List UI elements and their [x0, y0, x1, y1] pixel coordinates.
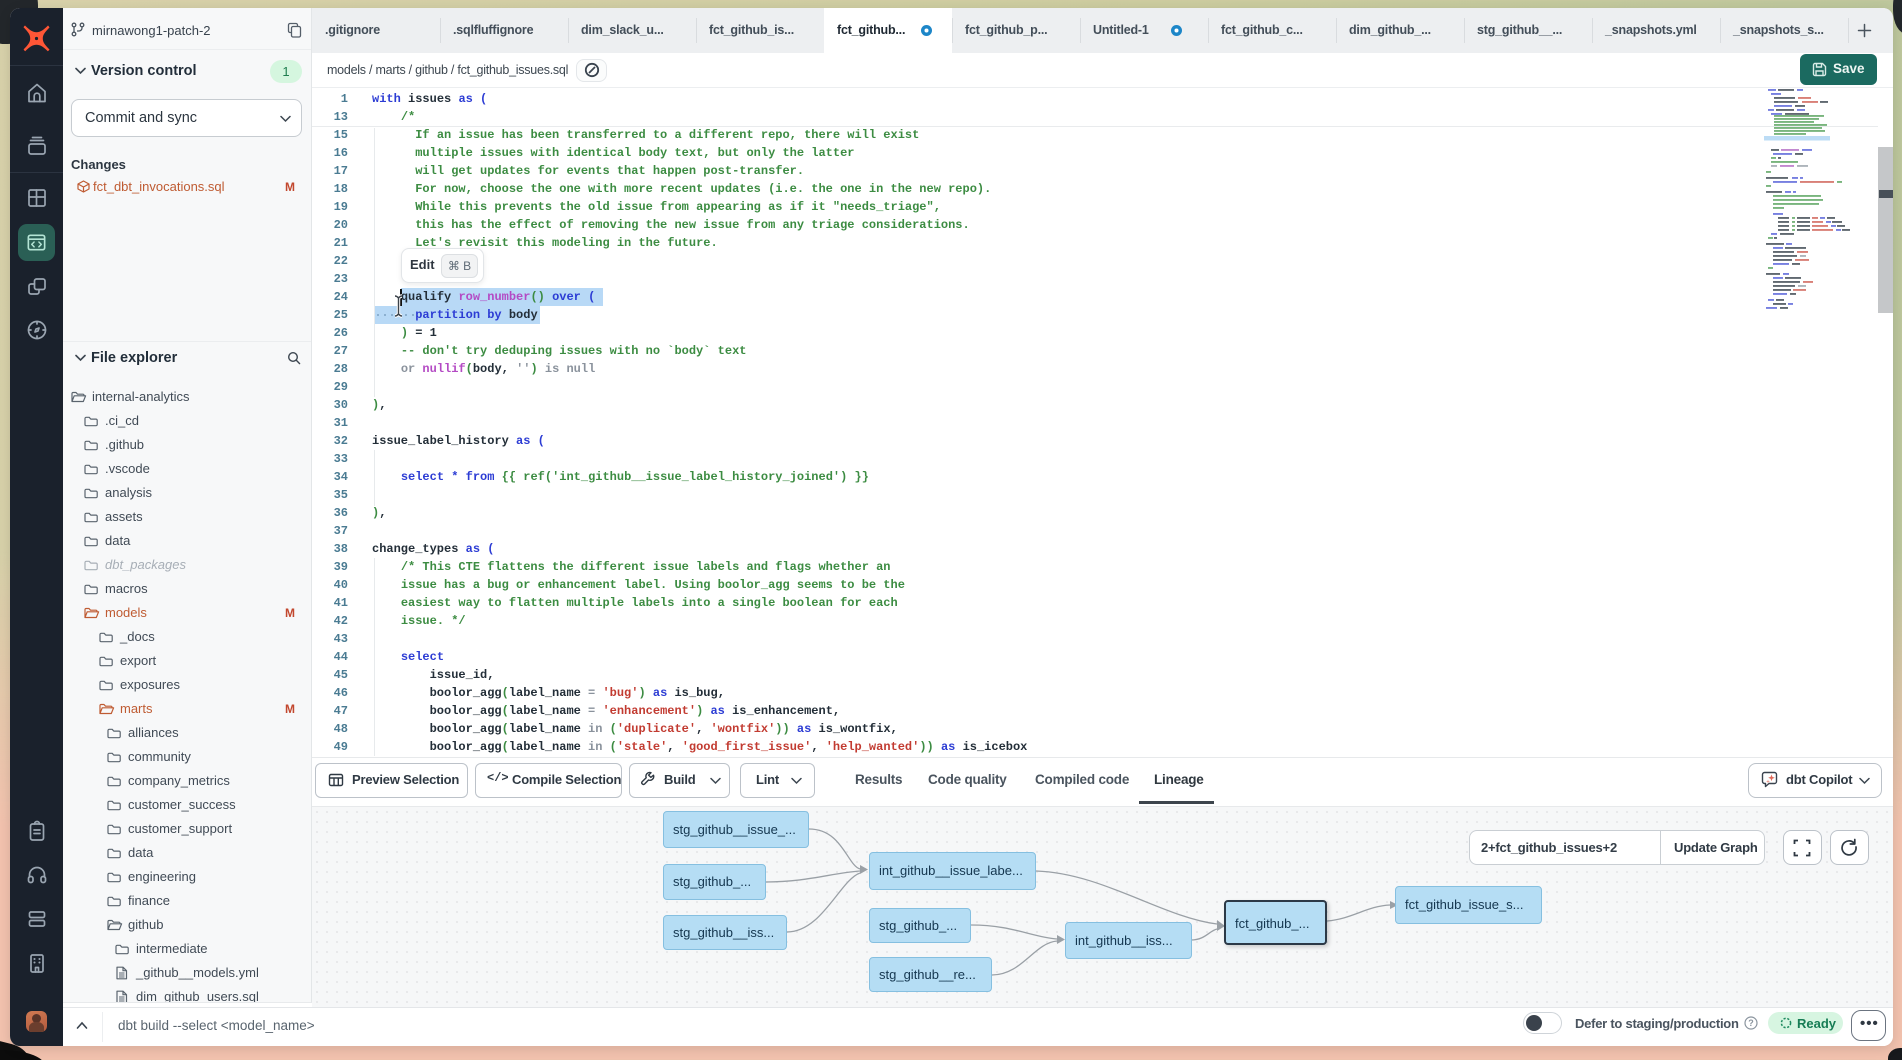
svg-text:?: ?: [1748, 1018, 1754, 1028]
